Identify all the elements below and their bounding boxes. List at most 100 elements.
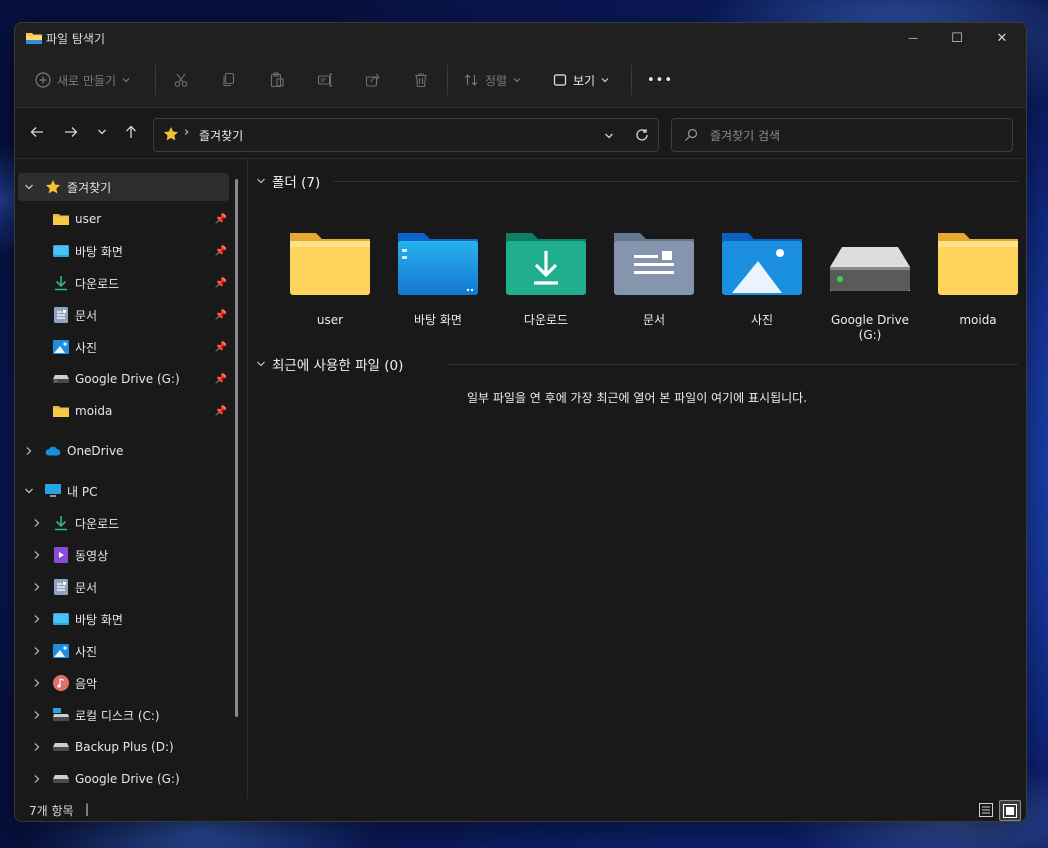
recent-group-header[interactable]: 최근에 사용한 파일 (0)	[256, 352, 403, 376]
chevron-right-icon[interactable]	[32, 646, 42, 656]
chevron-right-icon[interactable]	[32, 742, 42, 752]
download-icon	[55, 276, 67, 291]
sidebar-item-videos[interactable]: 동영상	[18, 541, 229, 569]
delete-button[interactable]	[413, 53, 429, 107]
chevron-right-icon[interactable]	[32, 614, 42, 624]
pin-icon[interactable]: 📌	[215, 374, 227, 385]
music-icon	[53, 675, 69, 691]
sidebar-item-pc-documents[interactable]: 문서	[18, 573, 229, 601]
cut-button[interactable]	[173, 53, 189, 107]
sidebar-item-this-pc[interactable]: 내 PC	[18, 477, 229, 505]
folder-tile-google-drive[interactable]: Google Drive (G:)	[820, 229, 920, 349]
recent-locations-button[interactable]	[88, 118, 116, 146]
refresh-icon[interactable]	[635, 128, 649, 142]
sidebar-item-onedrive[interactable]: OneDrive	[18, 437, 229, 465]
sidebar-item-google-drive[interactable]: Google Drive (G:) 📌	[18, 365, 229, 393]
rename-button[interactable]	[317, 53, 333, 107]
new-button[interactable]: 새로 만들기	[35, 53, 130, 107]
details-view-button[interactable]	[977, 801, 995, 818]
sidebar-item-backup-plus-d[interactable]: Backup Plus (D:)	[18, 733, 229, 761]
copy-button[interactable]	[221, 53, 237, 107]
documents-folder-icon	[614, 233, 694, 295]
drive-icon	[53, 743, 69, 751]
chevron-down-icon	[257, 361, 265, 367]
search-box[interactable]: 즐겨찾기 검색	[671, 118, 1013, 152]
folder-tile-desktop[interactable]: 바탕 화면	[388, 229, 488, 349]
pin-icon[interactable]: 📌	[215, 406, 227, 417]
sidebar-item-label: 문서	[75, 308, 98, 323]
download-folder-icon	[506, 233, 586, 295]
copy-icon	[223, 72, 235, 87]
folders-group-header[interactable]: 폴더 (7)	[256, 169, 320, 193]
title-bar[interactable]: 파일 탐색기 — ☐ ✕	[15, 23, 1026, 53]
share-button[interactable]	[365, 53, 381, 107]
sidebar-item-label: 다운로드	[75, 516, 120, 531]
scissors-icon	[174, 73, 188, 87]
address-bar[interactable]: › 즐겨찾기	[153, 118, 659, 152]
star-icon	[46, 180, 60, 194]
search-icon	[685, 128, 698, 141]
paste-button[interactable]	[269, 53, 285, 107]
sidebar-item-local-disk-c[interactable]: 로컬 디스크 (C:)	[18, 701, 229, 729]
sidebar-item-label: user	[75, 212, 102, 226]
sidebar-item-user[interactable]: user 📌	[18, 205, 229, 233]
sidebar-item-google-drive-g[interactable]: Google Drive (G:)	[18, 765, 229, 793]
sidebar-item-downloads[interactable]: 다운로드 📌	[18, 269, 229, 297]
chevron-right-icon[interactable]	[32, 774, 42, 784]
sidebar-item-label: 즐겨찾기	[67, 180, 112, 195]
group-divider	[448, 364, 1018, 365]
chevron-right-icon[interactable]	[32, 518, 42, 528]
folder-tile-user[interactable]: user	[280, 229, 380, 349]
sidebar-item-moida[interactable]: moida 📌	[18, 397, 229, 425]
sidebar-item-pc-pictures[interactable]: 사진	[18, 637, 229, 665]
toolbar-separator	[155, 65, 156, 95]
sidebar-item-pc-desktop[interactable]: 바탕 화면	[18, 605, 229, 633]
folder-tile-documents[interactable]: 문서	[604, 229, 704, 349]
arrow-left-icon	[30, 127, 43, 137]
paste-icon	[270, 72, 284, 88]
group-divider	[334, 181, 1018, 182]
breadcrumb-current[interactable]: 즐겨찾기	[199, 127, 243, 144]
sidebar-item-quick-access[interactable]: 즐겨찾기	[18, 173, 229, 201]
minimize-button[interactable]: —	[890, 23, 936, 53]
folder-tile-moida[interactable]: moida	[928, 229, 1026, 349]
sort-button[interactable]: 정렬	[463, 53, 521, 107]
minimize-icon: —	[908, 32, 918, 44]
recent-empty-message: 일부 파일을 연 후에 가장 최근에 열어 본 파일이 여기에 표시됩니다.	[466, 391, 808, 405]
more-options-button[interactable]: •••	[647, 53, 673, 107]
up-button[interactable]	[117, 118, 145, 146]
chevron-down-icon[interactable]	[604, 131, 614, 141]
sidebar-item-pictures[interactable]: 사진 📌	[18, 333, 229, 361]
folder-tile-pictures[interactable]: 사진	[712, 229, 812, 349]
close-button[interactable]: ✕	[979, 23, 1025, 53]
view-button[interactable]: 보기	[553, 53, 609, 107]
chevron-right-icon[interactable]	[32, 710, 42, 720]
pin-icon[interactable]: 📌	[215, 278, 227, 289]
sidebar-item-desktop[interactable]: 바탕 화면 📌	[18, 237, 229, 265]
pin-icon[interactable]: 📌	[215, 246, 227, 257]
maximize-button[interactable]: ☐	[934, 23, 980, 53]
chevron-right-icon[interactable]	[24, 446, 34, 456]
sort-icon	[464, 74, 478, 86]
pin-icon[interactable]: 📌	[215, 214, 227, 225]
folder-tile-downloads[interactable]: 다운로드	[496, 229, 596, 349]
file-explorer-icon	[26, 33, 42, 44]
chevron-right-icon[interactable]	[32, 678, 42, 688]
sidebar-item-documents[interactable]: 문서 📌	[18, 301, 229, 329]
tiles-view-button[interactable]	[999, 800, 1021, 821]
sidebar-scrollbar[interactable]	[235, 179, 238, 717]
chevron-right-icon[interactable]	[32, 550, 42, 560]
pin-icon[interactable]: 📌	[215, 342, 227, 353]
chevron-right-icon[interactable]	[32, 582, 42, 592]
sidebar-item-label: moida	[75, 404, 113, 418]
sidebar-item-pc-downloads[interactable]: 다운로드	[18, 509, 229, 537]
folder-label: 바탕 화면	[414, 313, 462, 327]
chevron-down-icon[interactable]	[24, 486, 34, 496]
sidebar-item-music[interactable]: 음악	[18, 669, 229, 697]
back-button[interactable]	[23, 118, 51, 146]
forward-button[interactable]	[57, 118, 85, 146]
folder-label: 사진	[750, 313, 774, 327]
chevron-down-icon[interactable]	[24, 182, 34, 192]
pin-icon[interactable]: 📌	[215, 310, 227, 321]
folder-label: moida	[959, 313, 997, 327]
